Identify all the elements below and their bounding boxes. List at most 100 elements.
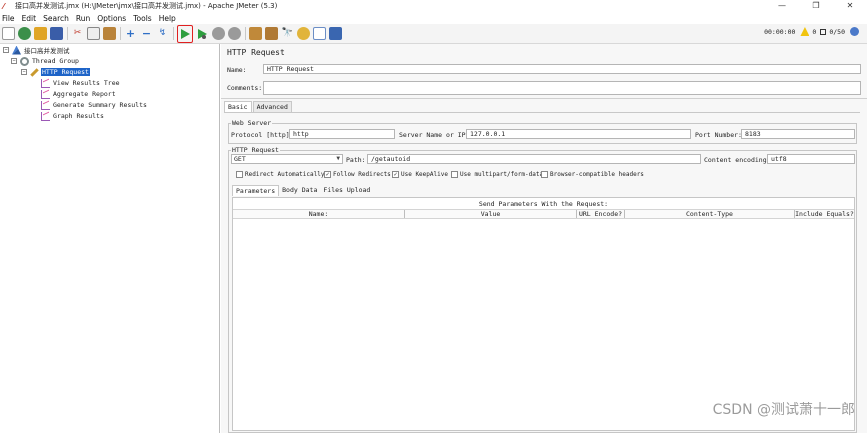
- help-book-icon[interactable]: [329, 27, 342, 40]
- parameter-tabs: Parameters Body Data Files Upload: [232, 185, 373, 196]
- collapse-toggle-icon[interactable]: −: [3, 47, 9, 53]
- tree-node-thread-group[interactable]: − Thread Group: [11, 56, 79, 66]
- protocol-label: Protocol [http]:: [231, 131, 294, 139]
- collapse-toggle-icon[interactable]: −: [11, 58, 17, 64]
- shutdown-icon[interactable]: [228, 27, 241, 40]
- menu-options[interactable]: Options: [97, 14, 126, 23]
- new-file-icon[interactable]: [2, 27, 15, 40]
- follow-redirects-checkbox[interactable]: ✓ Follow Redirects: [324, 171, 391, 178]
- port-field[interactable]: 8183: [741, 129, 855, 139]
- toolbar-separator: [67, 27, 68, 40]
- toggle-icon[interactable]: ↯: [156, 27, 169, 40]
- tree-node-test-plan[interactable]: − 接口高并发测试: [3, 45, 70, 55]
- tree-node-aggregate-report[interactable]: Aggregate Report: [41, 89, 116, 99]
- play-icon: [180, 28, 190, 39]
- table-header: Name: Value URL Encode? Content-Type Inc…: [233, 209, 854, 219]
- tree-node-label: 接口高并发测试: [24, 47, 70, 55]
- menu-tools[interactable]: Tools: [133, 14, 151, 23]
- tree-node-label: Aggregate Report: [53, 90, 116, 98]
- settings-tabs: Basic Advanced: [224, 101, 293, 112]
- redirect-automatically-checkbox[interactable]: Redirect Automatically: [236, 171, 324, 178]
- start-no-pauses-icon[interactable]: [196, 27, 209, 40]
- tree-node-graph-results[interactable]: Graph Results: [41, 111, 104, 121]
- collapse-all-icon[interactable]: −: [140, 27, 153, 40]
- checkbox-box[interactable]: [236, 171, 243, 178]
- maximize-button[interactable]: ❐: [799, 0, 833, 12]
- encoding-label: Content encoding:: [704, 156, 771, 164]
- tree-node-label: Graph Results: [53, 112, 104, 120]
- reset-search-icon[interactable]: [297, 27, 310, 40]
- menu-search[interactable]: Search: [43, 14, 69, 23]
- tab-body-data[interactable]: Body Data: [279, 185, 320, 196]
- tree-node-http-request[interactable]: − HTTP Request: [21, 67, 90, 77]
- tree-node-view-results-tree[interactable]: View Results Tree: [41, 78, 120, 88]
- listener-chart-icon: [41, 100, 50, 110]
- cut-icon[interactable]: ✂: [71, 27, 84, 40]
- http-request-title: HTTP Request: [231, 146, 280, 154]
- templates-icon[interactable]: [18, 27, 31, 40]
- clear-icon[interactable]: [249, 27, 262, 40]
- menu-edit[interactable]: Edit: [22, 14, 37, 23]
- checkbox-box[interactable]: ✓: [324, 171, 331, 178]
- method-select[interactable]: GET ▼: [231, 154, 343, 164]
- menu-run[interactable]: Run: [76, 14, 90, 23]
- copy-icon[interactable]: [87, 27, 100, 40]
- thread-count: 0/50: [829, 27, 845, 36]
- name-field[interactable]: HTTP Request: [263, 64, 861, 74]
- gear-icon[interactable]: [850, 27, 859, 36]
- menu-file[interactable]: File: [2, 14, 15, 23]
- table-caption: Send Parameters With the Request:: [478, 200, 609, 208]
- tab-advanced[interactable]: Advanced: [252, 101, 292, 112]
- checkbox-box[interactable]: [451, 171, 458, 178]
- warning-icon[interactable]: [800, 27, 810, 36]
- column-header-include-equals[interactable]: Include Equals?: [795, 210, 854, 218]
- tab-files-upload[interactable]: Files Upload: [320, 185, 373, 196]
- menu-bar: File Edit Search Run Options Tools Help: [0, 12, 867, 24]
- encoding-field[interactable]: utf8: [767, 154, 855, 164]
- clear-all-icon[interactable]: [265, 27, 278, 40]
- search-binoculars-icon[interactable]: 🔭: [281, 27, 294, 40]
- path-field[interactable]: /getautoid: [367, 154, 701, 164]
- checkbox-label: Use KeepAlive: [401, 171, 448, 178]
- function-helper-icon[interactable]: [313, 27, 326, 40]
- toolbar-separator: [173, 27, 174, 40]
- column-header-content-type[interactable]: Content-Type: [625, 210, 795, 218]
- toolbar: ✂ + − ↯ 🔭 00:00:00 0 0/50: [0, 24, 867, 44]
- use-keepalive-checkbox[interactable]: ✓ Use KeepAlive: [392, 171, 448, 178]
- save-icon[interactable]: [50, 27, 63, 40]
- open-folder-icon[interactable]: [34, 27, 47, 40]
- tree-node-label: Generate Summary Results: [53, 101, 147, 109]
- paste-icon[interactable]: [103, 27, 116, 40]
- tree-node-generate-summary-results[interactable]: Generate Summary Results: [41, 100, 147, 110]
- web-server-title: Web Server: [231, 119, 273, 127]
- threads-box-icon: [820, 28, 827, 35]
- column-header-value[interactable]: Value: [405, 210, 577, 218]
- close-button[interactable]: ✕: [833, 0, 867, 12]
- elapsed-time: 00:00:00: [764, 27, 796, 36]
- column-header-url-encode[interactable]: URL Encode?: [577, 210, 625, 218]
- tab-parameters[interactable]: Parameters: [232, 185, 280, 196]
- test-plan-icon: [12, 45, 21, 55]
- collapse-toggle-icon[interactable]: −: [21, 69, 27, 75]
- column-header-name[interactable]: Name:: [233, 210, 405, 218]
- protocol-field[interactable]: http: [289, 129, 395, 139]
- chevron-down-icon: ▼: [336, 155, 340, 162]
- http-request-editor: HTTP Request Name: HTTP Request Comments…: [221, 44, 867, 433]
- server-label: Server Name or IP:: [399, 131, 470, 139]
- minimize-button[interactable]: —: [765, 0, 799, 12]
- comments-field[interactable]: [263, 81, 861, 95]
- checkbox-box[interactable]: ✓: [392, 171, 399, 178]
- server-field[interactable]: 127.0.0.1: [466, 129, 691, 139]
- menu-help[interactable]: Help: [159, 14, 176, 23]
- test-plan-tree: − 接口高并发测试 − Thread Group − HTTP Request …: [0, 44, 220, 433]
- browser-compatible-checkbox[interactable]: Browser-compatible headers: [541, 171, 644, 178]
- tab-basic[interactable]: Basic: [224, 101, 252, 112]
- stop-icon[interactable]: [212, 27, 225, 40]
- checkbox-label: Browser-compatible headers: [550, 171, 644, 178]
- listener-chart-icon: [41, 111, 50, 121]
- expand-all-icon[interactable]: +: [124, 27, 137, 40]
- status-area: 00:00:00 0 0/50: [764, 27, 859, 36]
- start-button[interactable]: [177, 24, 193, 43]
- use-multipart-checkbox[interactable]: Use multipart/form-data: [451, 171, 543, 178]
- checkbox-box[interactable]: [541, 171, 548, 178]
